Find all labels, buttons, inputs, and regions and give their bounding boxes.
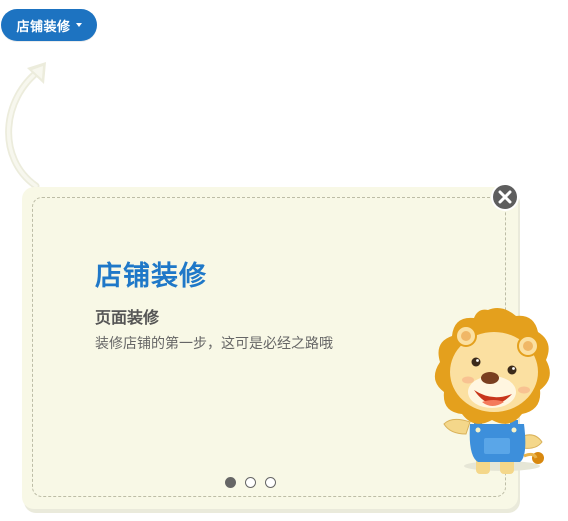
pagination-dot-3[interactable] (265, 477, 276, 488)
caret-down-icon (75, 23, 82, 27)
close-icon[interactable] (490, 182, 520, 212)
onboarding-stage: 店铺装修 店铺装修 页面装修 装修店铺的第一步，这可是必经之路哦 (0, 0, 568, 521)
pagination-dot-1[interactable] (225, 477, 236, 488)
card-subtitle: 页面装修 (95, 308, 160, 327)
lion-mascot-icon (434, 308, 550, 474)
curved-arrow-icon (5, 62, 46, 188)
card-description: 装修店铺的第一步，这可是必经之路哦 (95, 336, 333, 352)
shop-decoration-menu-button[interactable]: 店铺装修 (1, 9, 97, 41)
pagination-dots (225, 477, 276, 488)
menu-button-label: 店铺装修 (16, 19, 71, 35)
pagination-dot-2[interactable] (245, 477, 256, 488)
card-title: 店铺装修 (95, 261, 207, 292)
